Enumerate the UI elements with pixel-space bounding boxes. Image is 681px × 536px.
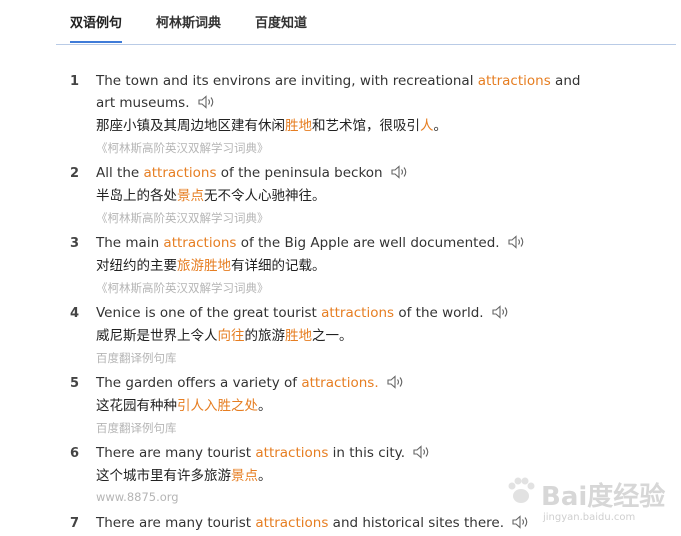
en-keyword: attractions	[255, 445, 329, 461]
zh-text: 之一。	[312, 328, 353, 344]
speaker-icon[interactable]	[413, 444, 431, 459]
en-keyword: attractions.	[301, 375, 379, 391]
zh-keyword: 人	[420, 118, 434, 134]
example-sentence-en: All the attractions of the peninsula bec…	[96, 162, 596, 184]
tab-collins-dictionary[interactable]: 柯林斯词典	[156, 12, 221, 41]
tab-bilingual-examples[interactable]: 双语例句	[70, 12, 123, 43]
zh-text: 和艺术馆，很吸引	[312, 118, 420, 134]
example-sentence-en: There are many tourist attractions in th…	[96, 442, 596, 464]
zh-keyword: 向往	[217, 328, 245, 344]
en-keyword: attractions	[321, 305, 395, 321]
zh-keyword: 胜地	[285, 328, 312, 344]
example-source: www.8875.org	[96, 490, 179, 504]
example-sentence-zh: 这个城市里有许多旅游景点。	[96, 466, 272, 486]
zh-keyword: 景点	[231, 468, 258, 484]
zh-keyword: 引人入胜之处	[177, 398, 258, 414]
tab-bar: 双语例句 柯林斯词典 百度知道	[56, 0, 676, 45]
zh-keyword: 旅游胜地	[177, 258, 231, 274]
en-text: The town and its environs are inviting, …	[96, 73, 478, 89]
example-number: 5	[70, 376, 80, 391]
zh-text: 有详细的记载。	[231, 258, 326, 274]
watermark-text: Bai度经验	[541, 482, 666, 512]
example-sentence-en: Venice is one of the great tourist attra…	[96, 302, 596, 324]
zh-text: 那座小镇及其周边地区建有休闲	[96, 118, 285, 134]
example-sentence-zh: 那座小镇及其周边地区建有休闲胜地和艺术馆，很吸引人。	[96, 116, 447, 136]
zh-text: 。	[258, 398, 272, 414]
zh-keyword: 景点	[177, 188, 204, 204]
en-text: Venice is one of the great tourist	[96, 305, 322, 321]
en-keyword: attractions	[143, 165, 217, 181]
zh-text: 半岛上的各处	[96, 188, 177, 204]
example-sentence-zh: 半岛上的各处景点无不令人心驰神往。	[96, 186, 326, 206]
zh-text: 这花园有种种	[96, 398, 177, 414]
en-text: There are many tourist	[96, 515, 256, 531]
baidu-jingyan-watermark: Bai度经验 jingyan.baidu.com	[503, 462, 665, 532]
example-sentence-zh: 这花园有种种引人入胜之处。	[96, 396, 272, 416]
example-number: 2	[70, 166, 80, 181]
example-sentence-en: The garden offers a variety of attractio…	[96, 372, 596, 394]
en-text: in this city.	[328, 445, 406, 461]
en-text: of the world.	[394, 305, 484, 321]
example-source: 《柯林斯高阶英汉双解学习词典》	[96, 141, 269, 155]
example-source: 百度翻译例句库	[96, 421, 177, 435]
zh-text: 。	[258, 468, 272, 484]
en-text: All the	[96, 165, 144, 181]
example-source: 《柯林斯高阶英汉双解学习词典》	[96, 211, 269, 225]
example-source: 《柯林斯高阶英汉双解学习词典》	[96, 281, 269, 295]
example-source: 百度翻译例句库	[96, 351, 177, 365]
en-text: and historical sites there.	[328, 515, 505, 531]
zh-text: 对纽约的主要	[96, 258, 177, 274]
example-number: 1	[70, 74, 80, 89]
tab-baidu-zhidao[interactable]: 百度知道	[255, 12, 307, 41]
en-keyword: attractions	[255, 515, 329, 531]
speaker-icon[interactable]	[197, 94, 216, 109]
en-text: of the Big Apple are well documented.	[236, 235, 500, 251]
zh-text: 。	[433, 118, 448, 134]
en-text: of the peninsula beckon	[216, 165, 383, 181]
example-number: 7	[70, 516, 80, 531]
en-text: The garden offers a variety of	[96, 375, 302, 391]
en-text: The main	[96, 235, 164, 251]
zh-text: 的旅游	[244, 328, 286, 344]
speaker-icon[interactable]	[492, 304, 510, 319]
speaker-icon[interactable]	[387, 374, 405, 389]
example-sentence-en: The town and its environs are inviting, …	[96, 70, 596, 114]
paw-icon	[508, 477, 535, 503]
speaker-icon[interactable]	[508, 234, 526, 249]
zh-text: 这个城市里有许多旅游	[96, 468, 231, 484]
watermark-url: jingyan.baidu.com	[543, 512, 636, 523]
en-text: There are many tourist	[96, 445, 256, 461]
example-number: 4	[70, 306, 80, 321]
zh-text: 无不令人心驰神往。	[204, 188, 326, 204]
en-keyword: attractions	[163, 235, 237, 251]
example-number: 6	[70, 446, 80, 461]
example-sentence-en: The main attractions of the Big Apple ar…	[96, 232, 596, 254]
zh-text: 威尼斯是世界上令人	[96, 328, 218, 344]
en-keyword: attractions	[477, 73, 551, 89]
zh-keyword: 胜地	[285, 118, 312, 134]
example-sentence-zh: 对纽约的主要旅游胜地有详细的记载。	[96, 256, 326, 276]
example-sentence-zh: 威尼斯是世界上令人向往的旅游胜地之一。	[96, 326, 353, 346]
speaker-icon[interactable]	[391, 164, 409, 179]
example-number: 3	[70, 236, 80, 251]
